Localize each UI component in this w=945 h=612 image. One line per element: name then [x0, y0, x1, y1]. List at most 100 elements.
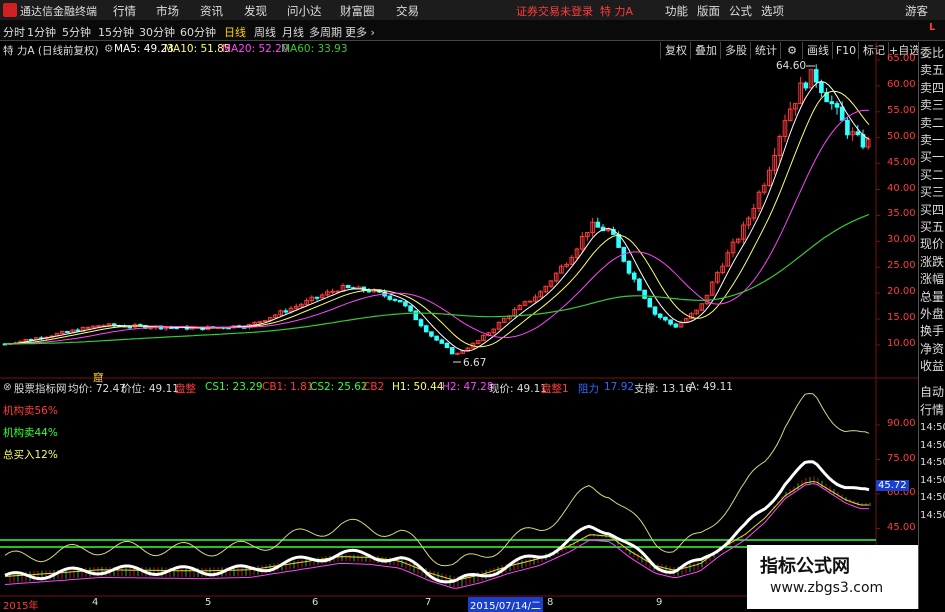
- candle-body: [257, 321, 263, 324]
- indicator-axis-label: 90.00: [887, 418, 916, 429]
- price-axis-label: 30.00: [887, 234, 916, 246]
- candle-body: [418, 319, 424, 327]
- ma5-line: [4, 80, 870, 352]
- side-label[interactable]: 外盘: [920, 307, 944, 322]
- candle-body: [314, 296, 320, 299]
- consolidation-tag: 盘整: [175, 383, 196, 395]
- candle-body: [387, 295, 393, 300]
- price-axis-label: 65.00: [887, 53, 916, 64]
- side-label[interactable]: 涨幅: [920, 272, 944, 287]
- date-label: 4: [92, 597, 99, 608]
- candle-body: [813, 69, 819, 83]
- candle-body: [283, 310, 289, 313]
- price-axis-label: 25.00: [887, 260, 916, 272]
- candle-body: [366, 290, 372, 293]
- candle-body: [845, 119, 850, 136]
- resistance-label: 阻力: [578, 383, 599, 395]
- price-axis-label: 10.00: [887, 337, 916, 349]
- price-axis-label: 35.00: [887, 208, 916, 220]
- side-label[interactable]: 卖四: [920, 81, 944, 96]
- date-label: 9: [656, 597, 663, 608]
- side-bottom-label[interactable]: 行情: [920, 403, 944, 418]
- price-level: 价位: 49.11: [121, 383, 179, 395]
- side-label[interactable]: 买二: [920, 168, 944, 183]
- ma60-value: MA60: 33.93: [281, 43, 348, 55]
- indicator-name[interactable]: 股票指标网: [14, 381, 67, 396]
- candle-body: [855, 131, 861, 136]
- side-bottom-label[interactable]: 14:50: [920, 438, 945, 453]
- side-label[interactable]: 现价: [920, 237, 944, 252]
- price-axis-label: 40.00: [887, 182, 916, 194]
- total-buy-label: 总买入12%: [3, 449, 58, 461]
- side-label[interactable]: 卖五: [920, 63, 944, 78]
- candle-body: [626, 260, 632, 274]
- date-label: 7: [425, 597, 432, 608]
- side-bottom-label[interactable]: 14:50: [920, 508, 945, 523]
- side-label[interactable]: 委比: [920, 46, 944, 61]
- candle-body: [595, 221, 601, 228]
- candle-body: [637, 278, 642, 291]
- candle-body: [413, 310, 419, 321]
- candle-body: [408, 305, 413, 312]
- candle-body: [392, 298, 398, 301]
- kline-chart[interactable]: [0, 0, 945, 609]
- candle-body: [647, 297, 653, 308]
- side-label[interactable]: 卖二: [920, 116, 944, 131]
- side-label[interactable]: 买一: [920, 150, 944, 165]
- candle-body: [127, 326, 133, 329]
- candle-body: [403, 301, 408, 307]
- side-label[interactable]: 卖三: [920, 98, 944, 113]
- candle-body: [803, 82, 809, 89]
- gear-icon[interactable]: ⚙: [104, 43, 113, 55]
- side-label[interactable]: 卖一: [920, 133, 944, 148]
- price-axis-label: 45.00: [887, 156, 916, 168]
- side-bottom-label[interactable]: 14:50: [920, 420, 945, 435]
- price-axis-label: 20.00: [887, 286, 916, 298]
- date-label: 5: [205, 597, 212, 608]
- indicator-current-badge: 45.72: [876, 480, 909, 491]
- price-axis-label: 50.00: [887, 130, 916, 142]
- indicator-line-ma: [4, 483, 869, 589]
- side-label[interactable]: 买五: [920, 220, 944, 235]
- candle-body: [657, 313, 663, 318]
- side-bottom-label[interactable]: 14:50: [920, 490, 945, 505]
- cursor-date: 2015/07/14/二: [468, 597, 544, 612]
- watermark-url: www.zbgs3.com: [770, 580, 884, 596]
- side-label[interactable]: 买三: [920, 185, 944, 200]
- low-annotation: 6.67: [463, 357, 487, 369]
- candle-body: [668, 319, 673, 325]
- side-label[interactable]: 换手: [920, 324, 944, 339]
- candle-body: [330, 290, 335, 293]
- candle-body: [829, 101, 835, 105]
- side-bottom-label[interactable]: 14:50: [920, 455, 945, 470]
- candle-body: [449, 347, 455, 355]
- side-bottom-label[interactable]: 自动: [920, 385, 944, 400]
- date-label: 6: [312, 597, 319, 608]
- inst-sell-label: 机构卖56%: [3, 405, 58, 417]
- candle-body: [834, 103, 840, 108]
- candle-body: [75, 329, 81, 332]
- candle-body: [439, 339, 445, 344]
- price-axis-label: 55.00: [887, 104, 916, 116]
- ma10-line: [4, 90, 870, 348]
- candle-body: [345, 285, 351, 289]
- chart-title: 特 力A (日线前复权): [3, 45, 99, 57]
- cs2-value: CS2: 25.62: [310, 381, 368, 393]
- side-label[interactable]: 涨跌: [920, 255, 944, 270]
- side-label[interactable]: 总量: [920, 290, 944, 305]
- support-value: 支撑: 13.16: [634, 383, 692, 395]
- side-label[interactable]: 净资: [920, 342, 944, 357]
- candle-body: [673, 323, 679, 328]
- high-annotation: 64.60: [776, 60, 807, 72]
- candle-body: [631, 272, 637, 280]
- avg-price: 均价: 72.47: [68, 383, 126, 395]
- side-label[interactable]: 收益: [920, 359, 944, 374]
- consolidation1-tag: 盘整1: [541, 383, 569, 395]
- candle-body: [397, 299, 403, 303]
- a-value: A: 49.11: [689, 381, 733, 393]
- candle-body: [434, 335, 439, 341]
- side-bottom-label[interactable]: 14:50: [920, 473, 945, 488]
- indicator-axis-label: 75.00: [887, 452, 916, 464]
- side-label[interactable]: 买四: [920, 203, 944, 218]
- close-icon[interactable]: ⊗: [3, 381, 12, 393]
